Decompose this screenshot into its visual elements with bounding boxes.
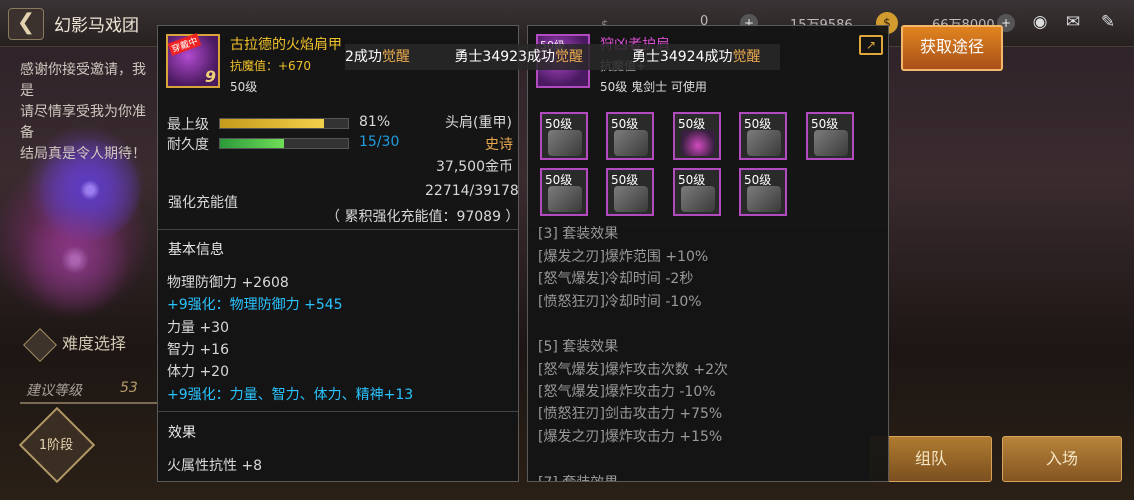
difficulty-icon — [23, 327, 57, 362]
set-piece-icon — [747, 186, 781, 212]
difficulty-select[interactable]: 难度选择 — [23, 327, 127, 362]
rarity: 史诗 — [485, 137, 513, 153]
set-piece-slot[interactable]: 50级 — [739, 168, 787, 216]
set5-effect-4: [爆发之刃]爆炸攻击力 +15% — [538, 429, 723, 445]
page-title: 幻影马戏团 — [54, 16, 139, 36]
durability-bar — [219, 138, 349, 149]
set-piece-slot[interactable]: 50级 — [806, 112, 854, 160]
max-level-label: 最上级 — [167, 117, 209, 133]
set-class-info: 50级 鬼剑士 可使用 — [600, 80, 707, 94]
durability-label: 耐久度 — [167, 137, 209, 153]
stat-int: 智力 +16 — [167, 342, 229, 358]
difficulty-label: 难度选择 — [62, 334, 127, 353]
charge-label: 强化充能值 — [168, 195, 238, 211]
set-piece-icon — [548, 130, 582, 156]
set-piece-slot[interactable]: 50级 — [540, 112, 588, 160]
phys-def: 物理防御力 +2608 — [167, 275, 289, 291]
basic-info-title: 基本信息 — [168, 242, 224, 258]
item-anti-magic: 抗魔值：+670 — [230, 59, 311, 73]
slot-type: 头肩(重甲) — [445, 115, 512, 131]
charge-total: （ 累积强化充能值：97089 ） — [326, 209, 520, 225]
enhance-stats: +9强化：力量、智力、体力、精神+13 — [167, 387, 414, 403]
set-piece-slot[interactable]: 50级 — [606, 168, 654, 216]
banner-part1: 2成功 — [345, 49, 382, 65]
set-piece-icon — [681, 130, 715, 156]
set3-title: [3] 套装效果 — [538, 226, 619, 242]
enhance-level: 9 — [204, 67, 216, 86]
durability-value: 15/30 — [359, 134, 400, 150]
intro-dialogue: 感谢你接受邀请，我是 请尽情享受我为你准备 结局真是令人期待！ — [20, 62, 146, 162]
stage-label: 1阶段 — [38, 438, 74, 453]
suggest-level-value: 53 — [120, 380, 138, 396]
set-piece-icon — [681, 186, 715, 212]
durability-fill — [220, 139, 284, 148]
enter-button[interactable]: 入场 — [1002, 436, 1122, 482]
item-tooltip: 穿戴中 9 古拉德的火焰肩甲 抗魔值：+670 50级 最上级 81% 头肩(重… — [157, 25, 519, 482]
suggest-level-label: 建议等级 — [26, 383, 82, 399]
stat-vit: 体力 +20 — [167, 364, 229, 380]
back-button[interactable]: ❮ — [8, 8, 44, 40]
stat-str: 力量 +30 — [167, 320, 229, 336]
mail-icon[interactable]: ✉ — [1061, 11, 1085, 33]
enhance-phys-def: +9强化：物理防御力 +545 — [167, 297, 343, 313]
set-piece-icon — [614, 186, 648, 212]
banner-part2: 勇士34923成功 — [454, 49, 555, 65]
set3-effect-2: [怒气爆发]冷却时间 -2秒 — [538, 271, 694, 287]
item-level: 50级 — [230, 80, 258, 94]
set3-effect-1: [爆发之刃]爆炸范围 +10% — [538, 249, 709, 265]
set-piece-slot[interactable]: 50级 — [673, 112, 721, 160]
max-level-bar — [219, 118, 349, 129]
set-piece-slot[interactable]: 50级 — [739, 112, 787, 160]
set-piece-icon — [747, 130, 781, 156]
set-piece-slot[interactable]: 50级 — [540, 168, 588, 216]
set3-effect-3: [愤怒狂刃]冷却时间 -10% — [538, 294, 702, 310]
broadcast-banner: 2成功觉醒 勇士34923成功觉醒 勇士34924成功觉醒 ! — [345, 44, 780, 70]
set5-title: [5] 套装效果 — [538, 339, 619, 355]
equipped-tag: 穿戴中 — [167, 33, 202, 56]
banner-awaken-2: 觉醒 — [554, 49, 583, 65]
set-tooltip: 50级 狩凶者护肩 抗魔值+ 50级 鬼剑士 可使用 ↗ 50级50级50级50… — [527, 25, 889, 482]
set5-effect-2: [怒气爆发]爆炸攻击力 -10% — [538, 384, 716, 400]
obtain-method-button[interactable]: 获取途径 — [901, 25, 1003, 71]
item-icon: 穿戴中 9 — [166, 33, 220, 88]
set7-title: [7] 套装效果 — [538, 472, 618, 481]
set-piece-slot[interactable]: 50级 — [673, 168, 721, 216]
banner-awaken-3: 觉醒 — [732, 49, 761, 65]
item-price: 37,500金币 — [436, 159, 513, 175]
set5-effect-1: [怒气爆发]爆炸攻击次数 +2次 — [538, 362, 729, 378]
fire-resistance: 火属性抗性 +8 — [167, 458, 263, 474]
set-piece-icon — [814, 130, 848, 156]
effect-title: 效果 — [168, 425, 196, 441]
max-level-fill — [220, 119, 324, 128]
share-icon[interactable]: ↗ — [859, 35, 883, 55]
item-name: 古拉德的火焰肩甲 — [230, 37, 342, 53]
divider — [158, 411, 518, 412]
firework-decoration — [20, 205, 130, 315]
divider — [158, 229, 518, 230]
banner-awaken-1: 觉醒 — [381, 49, 410, 65]
banner-part3: 勇士34924成功 — [631, 49, 733, 65]
divider — [20, 402, 160, 404]
max-level-percent: 81% — [359, 114, 391, 130]
set-piece-icon — [548, 186, 582, 212]
set-piece-icon — [614, 130, 648, 156]
set5-effect-3: [愤怒狂刃]剑击攻击力 +75% — [538, 406, 723, 422]
set-piece-slot[interactable]: 50级 — [606, 112, 654, 160]
bag-icon[interactable]: ◉ — [1028, 11, 1052, 33]
chat-icon[interactable]: ✎ — [1096, 11, 1120, 33]
charge-value: 22714/39178 — [425, 183, 519, 199]
